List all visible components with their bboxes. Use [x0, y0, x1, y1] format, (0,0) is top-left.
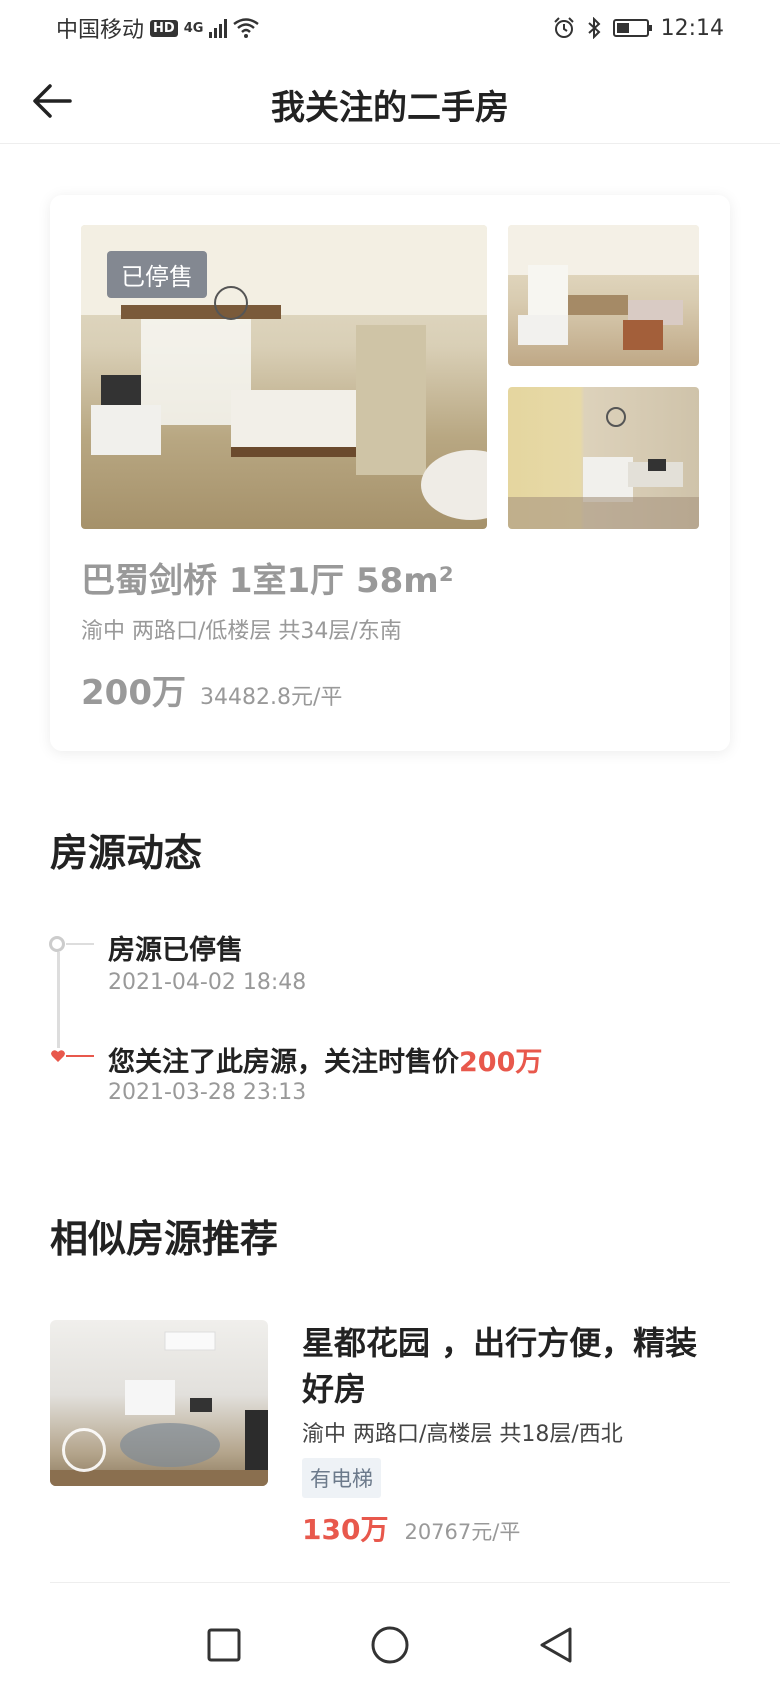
vr-icon [62, 1428, 106, 1472]
bluetooth-icon [587, 17, 601, 39]
timeline-event-title-followed: 您关注了此房源，关注时售价200万 [108, 1040, 542, 1079]
property-photo-2[interactable] [508, 225, 699, 366]
recommend-unit-price: 20767元/平 [404, 1520, 521, 1544]
recommend-photo[interactable] [50, 1320, 268, 1486]
property-card[interactable]: 已停售 巴蜀剑桥 1室1厅 58m² 渝中 两路口/低楼层 共34层/东南 20… [50, 195, 730, 751]
follow-price: 200万 [459, 1047, 543, 1078]
page-title: 我关注的二手房 [271, 88, 509, 128]
signal-icon [209, 18, 228, 38]
property-photo-3[interactable] [508, 387, 699, 529]
follow-text: 您关注了此房源，关注时售价 [108, 1047, 459, 1078]
recommend-price: 130万 20767元/平 [302, 1508, 520, 1548]
heart-icon [51, 1050, 65, 1062]
elevator-tag: 有电梯 [302, 1458, 381, 1498]
clock: 12:14 [660, 15, 724, 41]
living-room-illustration [508, 225, 699, 350]
property-main-photo[interactable]: 已停售 [81, 225, 487, 529]
alarm-icon [553, 17, 574, 38]
timeline-line [57, 952, 60, 1048]
divider [50, 1582, 730, 1583]
battery-icon [612, 19, 652, 37]
header: 我关注的二手房 [0, 56, 780, 144]
hd-badge: HD [150, 19, 178, 37]
back-triangle-icon[interactable] [533, 1622, 579, 1668]
recent-apps-icon[interactable] [201, 1622, 247, 1668]
recommend-total-price: 130万 [302, 1513, 389, 1546]
timeline-event-title: 房源已停售 [108, 935, 243, 966]
recommend-section-title: 相似房源推荐 [50, 1217, 279, 1261]
system-nav-bar [0, 1600, 780, 1689]
carrier-label: 中国移动 [56, 18, 145, 43]
stopped-badge: 已停售 [107, 251, 207, 298]
home-icon[interactable] [367, 1622, 413, 1668]
property-subtitle: 渝中 两路口/低楼层 共34层/东南 [81, 619, 402, 644]
study-room-illustration [508, 407, 699, 529]
network-label: 4G [183, 20, 204, 36]
timeline-connector [66, 943, 94, 945]
total-price: 200万 [81, 673, 186, 713]
timeline-event-time-followed: 2021-03-28 23:13 [108, 1080, 307, 1105]
dynamics-section-title: 房源动态 [50, 831, 203, 875]
recommend-title[interactable]: 星都花园 ，出行方便，精装好房 [302, 1320, 722, 1412]
timeline-dot-icon [49, 936, 65, 952]
status-bar: 中国移动 HD 4G 12:14 [0, 0, 780, 56]
recommend-subtitle: 渝中 两路口/高楼层 共18层/西北 [302, 1422, 623, 1447]
property-title: 巴蜀剑桥 1室1厅 58m² [81, 561, 454, 601]
timeline-event-time: 2021-04-02 18:48 [108, 970, 307, 995]
wifi-icon [233, 18, 260, 38]
timeline-connector-active [66, 1055, 94, 1057]
unit-price: 34482.8元/平 [199, 685, 343, 710]
property-price: 200万 34482.8元/平 [81, 665, 342, 714]
